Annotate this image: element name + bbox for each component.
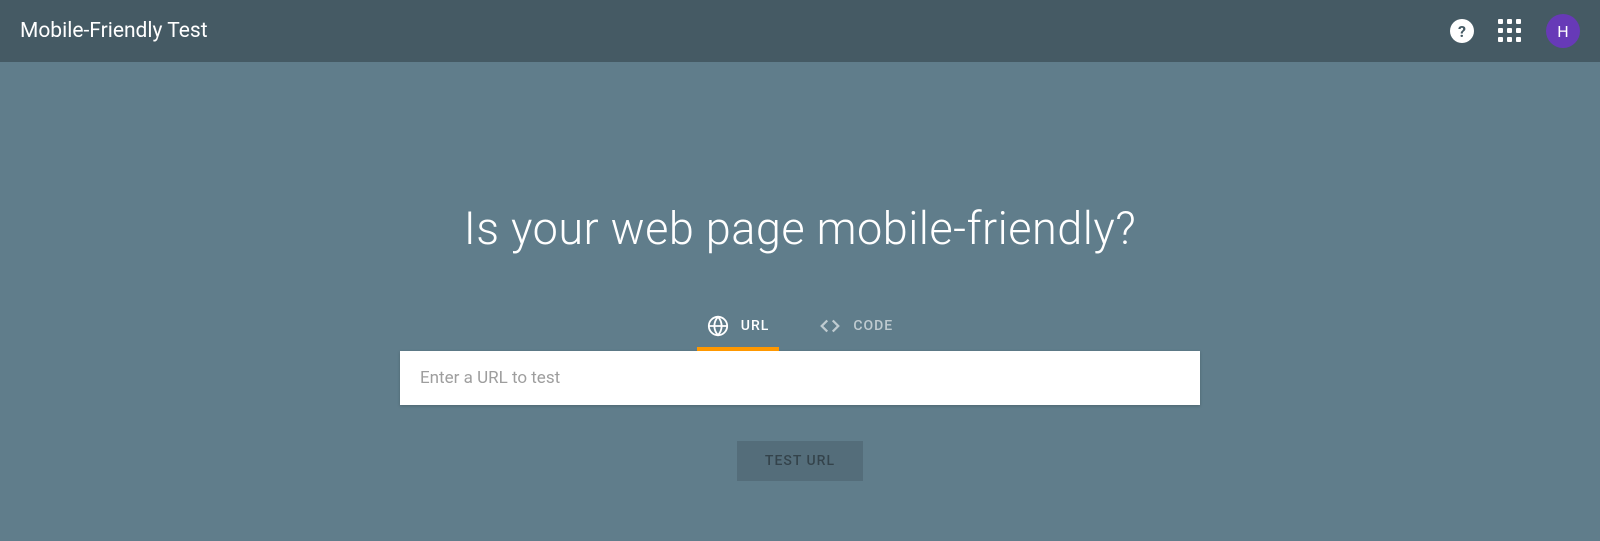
header: Mobile-Friendly Test ? H xyxy=(0,0,1600,62)
code-icon xyxy=(819,315,841,337)
url-input-container xyxy=(400,351,1200,405)
help-icon[interactable]: ? xyxy=(1450,19,1474,43)
test-url-button[interactable]: TEST URL xyxy=(737,441,863,481)
tab-url-label: URL xyxy=(741,318,770,334)
tab-code[interactable]: CODE xyxy=(819,315,893,351)
main-content: Is your web page mobile-friendly? URL CO… xyxy=(0,62,1600,481)
tab-url[interactable]: URL xyxy=(707,315,770,351)
page-headline: Is your web page mobile-friendly? xyxy=(464,202,1137,255)
input-tabs: URL CODE xyxy=(707,315,893,351)
url-input[interactable] xyxy=(420,368,1180,388)
tab-code-label: CODE xyxy=(853,318,893,334)
avatar[interactable]: H xyxy=(1546,14,1580,48)
app-title: Mobile-Friendly Test xyxy=(20,19,208,43)
globe-icon xyxy=(707,315,729,337)
header-actions: ? H xyxy=(1450,14,1580,48)
apps-icon[interactable] xyxy=(1498,19,1522,43)
